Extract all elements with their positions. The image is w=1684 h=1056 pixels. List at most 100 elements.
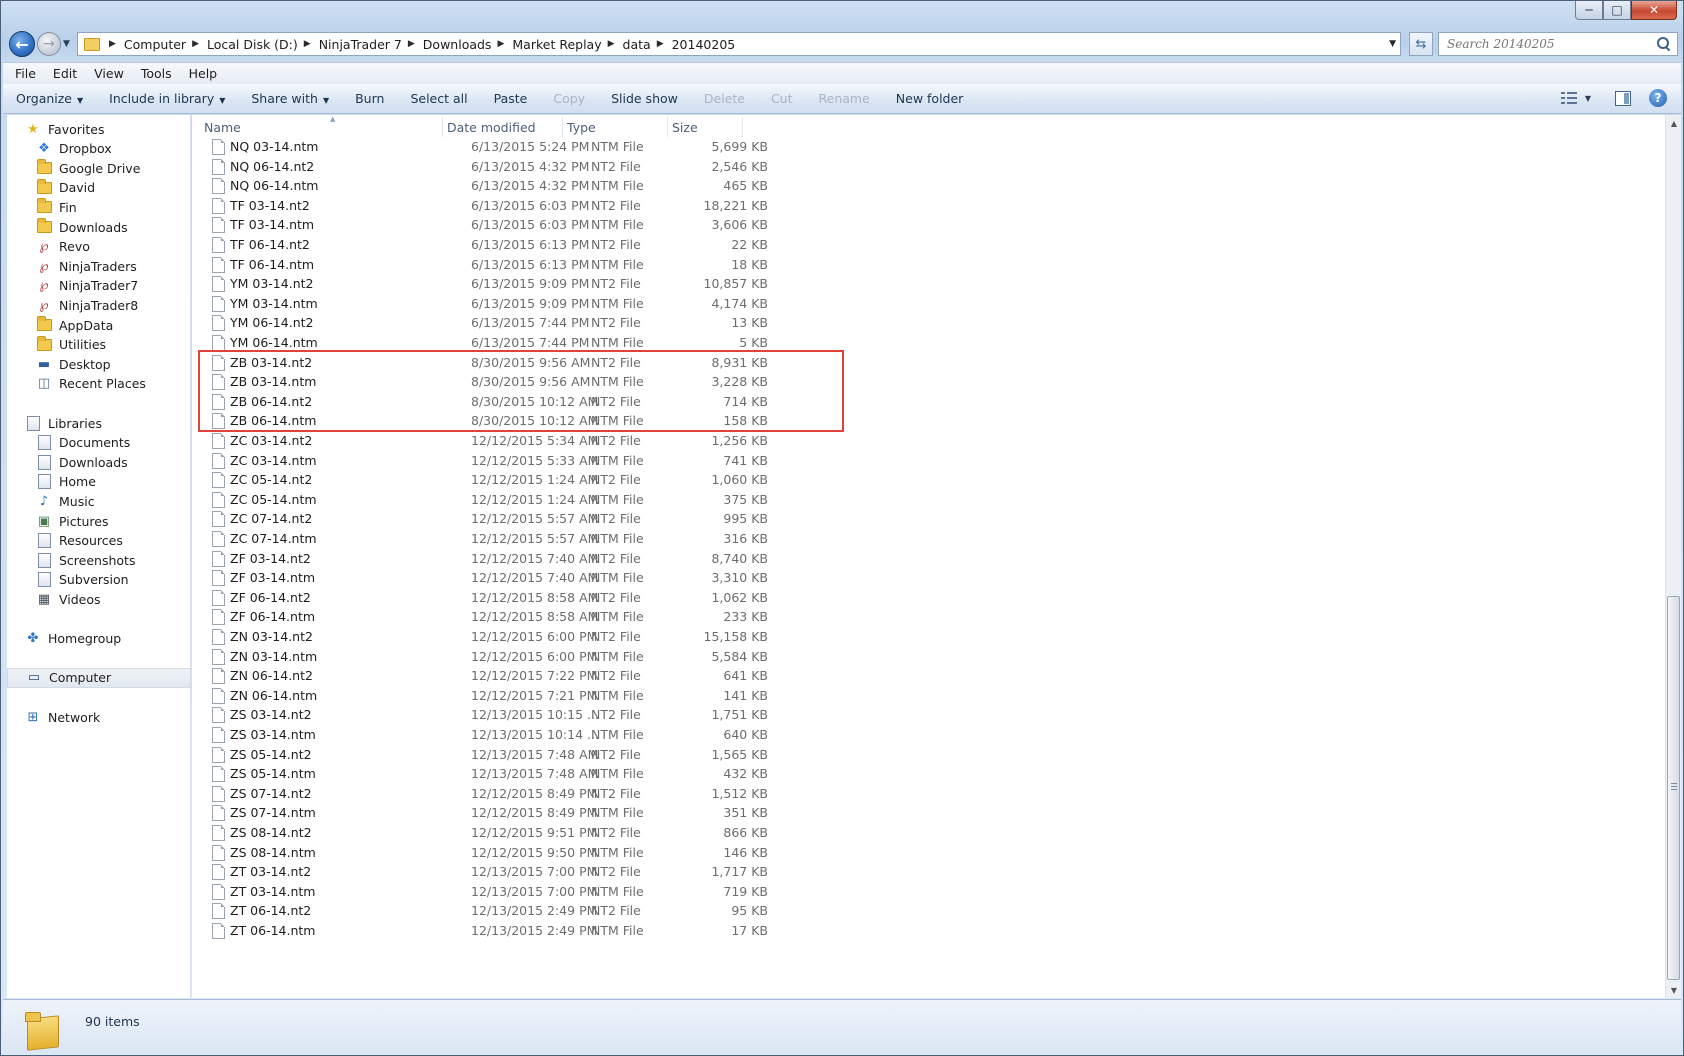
burn-button[interactable]: Burn [355, 91, 384, 106]
nav-library-downloads[interactable]: Downloads [7, 452, 191, 472]
nav-favorite-david[interactable]: David [7, 178, 191, 198]
chevron-right-icon[interactable]: ▶ [304, 39, 311, 49]
nav-favorite-fin[interactable]: Fin [7, 197, 191, 217]
nav-favorite-desktop[interactable]: ▬ Desktop [7, 354, 191, 374]
vertical-scrollbar[interactable]: ▲ ▼ [1665, 115, 1681, 998]
change-view-icon[interactable] [1560, 91, 1577, 105]
include-in-library-button[interactable]: Include in library ▼ [109, 91, 225, 106]
close-button[interactable]: ✕ [1631, 1, 1677, 20]
file-row[interactable]: ZC 03-14.nt2 12/12/2015 5:34 AM NT2 File 1,… [192, 430, 782, 451]
file-row[interactable]: ZS 05-14.nt2 12/13/2015 7:48 AM NT2 File 1,… [192, 744, 782, 765]
file-row[interactable]: ZC 05-14.nt2 12/12/2015 1:24 AM NT2 File 1,… [192, 469, 782, 490]
file-row[interactable]: ZF 03-14.nt2 12/12/2015 7:40 AM NT2 File 8,… [192, 548, 782, 569]
nav-favorite-dropbox[interactable]: ❖ Dropbox [7, 139, 191, 159]
nav-network[interactable]: ⊞ Network [7, 707, 191, 727]
breadcrumb-item[interactable]: Computer [124, 37, 186, 52]
file-row[interactable]: ZS 03-14.ntm 12/13/2015 10:14 ... NTM File… [192, 724, 782, 745]
search-box[interactable] [1438, 32, 1678, 56]
column-divider[interactable] [562, 117, 563, 137]
file-row[interactable]: ZF 06-14.nt2 12/12/2015 8:58 AM NT2 File 1,… [192, 587, 782, 608]
rename-button[interactable]: Rename [819, 91, 870, 106]
nav-library-resources[interactable]: Resources [7, 531, 191, 551]
nav-favorite-ninjatrader8[interactable]: ℘ NinjaTrader8 [7, 295, 191, 315]
back-button[interactable]: ← [9, 31, 35, 57]
chevron-right-icon[interactable]: ▶ [608, 39, 615, 49]
scrollbar-thumb[interactable] [1667, 596, 1680, 980]
search-icon[interactable] [1657, 37, 1671, 51]
address-dropdown-icon[interactable]: ▼ [1389, 39, 1396, 49]
breadcrumb-item[interactable]: Local Disk (D:) [207, 37, 298, 52]
breadcrumb-item[interactable]: data [623, 37, 651, 52]
file-row[interactable]: YM 03-14.ntm 6/13/2015 9:09 PM NTM File 4,1… [192, 293, 782, 314]
nav-homegroup[interactable]: ✤ Homegroup [7, 629, 191, 649]
file-row[interactable]: ZN 06-14.ntm 12/12/2015 7:21 PM NTM File 14… [192, 685, 782, 706]
file-row[interactable]: NQ 06-14.ntm 6/13/2015 4:32 PM NTM File 465… [192, 175, 782, 196]
copy-button[interactable]: Copy [553, 91, 585, 106]
file-row[interactable]: TF 03-14.ntm 6/13/2015 6:03 PM NTM File 3,6… [192, 214, 782, 235]
file-row[interactable]: ZF 03-14.ntm 12/12/2015 7:40 AM NTM File 3,… [192, 567, 782, 588]
file-row[interactable]: YM 06-14.nt2 6/13/2015 7:44 PM NT2 File 13 … [192, 312, 782, 333]
breadcrumb-item[interactable]: NinjaTrader 7 [319, 37, 402, 52]
minimize-button[interactable]: ─ [1575, 1, 1603, 20]
chevron-right-icon[interactable]: ▶ [109, 39, 116, 49]
address-bar[interactable]: ▶ Computer ▶ Local Disk (D:) ▶ NinjaTrader 7 ▶… [77, 32, 1401, 56]
cut-button[interactable]: Cut [771, 91, 793, 106]
file-row[interactable]: ZS 08-14.ntm 12/12/2015 9:50 PM NTM File 14… [192, 842, 782, 863]
file-row[interactable]: TF 06-14.ntm 6/13/2015 6:13 PM NTM File 18 … [192, 254, 782, 275]
file-row[interactable]: ZS 07-14.ntm 12/12/2015 8:49 PM NTM File 35… [192, 802, 782, 823]
nav-favorite-appdata[interactable]: AppData [7, 315, 191, 335]
nav-favorite-ninjatrader7[interactable]: ℘ NinjaTrader7 [7, 276, 191, 296]
file-row[interactable]: ZS 08-14.nt2 12/12/2015 9:51 PM NT2 File 86… [192, 822, 782, 843]
file-row[interactable]: ZS 03-14.nt2 12/13/2015 10:15 ... NT2 File… [192, 704, 782, 725]
slide-show-button[interactable]: Slide show [611, 91, 678, 106]
breadcrumb-item[interactable]: Market Replay [512, 37, 601, 52]
file-row[interactable]: ZT 06-14.ntm 12/13/2015 2:49 PM NTM File 17… [192, 920, 782, 941]
nav-libraries[interactable]: Libraries [7, 413, 191, 433]
file-row[interactable]: ZS 07-14.nt2 12/12/2015 8:49 PM NT2 File 1,… [192, 783, 782, 804]
nav-computer[interactable]: ▭ Computer [7, 667, 191, 688]
delete-button[interactable]: Delete [704, 91, 745, 106]
nav-favorite-recent-places[interactable]: ◫ Recent Places [7, 374, 191, 394]
maximize-button[interactable]: □ [1603, 1, 1631, 20]
file-row[interactable]: TF 06-14.nt2 6/13/2015 6:13 PM NT2 File 22 … [192, 234, 782, 255]
file-row[interactable]: ZT 06-14.nt2 12/13/2015 2:49 PM NT2 File 95… [192, 900, 782, 921]
file-row[interactable]: YM 03-14.nt2 6/13/2015 9:09 PM NT2 File 10,… [192, 273, 782, 294]
file-row[interactable]: ZC 07-14.ntm 12/12/2015 5:57 AM NTM File 31… [192, 528, 782, 549]
column-divider[interactable] [442, 117, 443, 137]
scroll-down-icon[interactable]: ▼ [1666, 982, 1682, 998]
nav-library-home[interactable]: Home [7, 472, 191, 492]
column-divider[interactable] [742, 117, 743, 137]
file-row[interactable]: ZT 03-14.ntm 12/13/2015 7:00 PM NTM File 71… [192, 881, 782, 902]
menu-edit[interactable]: Edit [53, 66, 77, 81]
search-input[interactable] [1439, 33, 1639, 55]
organize-button[interactable]: Organize ▼ [16, 91, 83, 106]
nav-favorite-utilities[interactable]: Utilities [7, 335, 191, 355]
nav-library-music[interactable]: ♪ Music [7, 491, 191, 511]
breadcrumb-item[interactable]: Downloads [423, 37, 492, 52]
file-row[interactable]: ZC 05-14.ntm 12/12/2015 1:24 AM NTM File 37… [192, 489, 782, 510]
share-with-button[interactable]: Share with ▼ [251, 91, 329, 106]
chevron-right-icon[interactable]: ▶ [408, 39, 415, 49]
file-row[interactable]: ZC 03-14.ntm 12/12/2015 5:33 AM NTM File 74… [192, 450, 782, 471]
scroll-up-icon[interactable]: ▲ [1666, 115, 1682, 131]
file-row[interactable]: ZN 06-14.nt2 12/12/2015 7:22 PM NT2 File 64… [192, 665, 782, 686]
nav-library-subversion[interactable]: Subversion [7, 570, 191, 590]
nav-library-screenshots[interactable]: Screenshots [7, 550, 191, 570]
file-row[interactable]: NQ 03-14.ntm 6/13/2015 5:24 PM NTM File 5,6… [192, 136, 782, 157]
nav-library-documents[interactable]: Documents [7, 433, 191, 453]
breadcrumb-item[interactable]: 20140205 [672, 37, 736, 52]
file-row[interactable]: NQ 06-14.nt2 6/13/2015 4:32 PM NT2 File 2,5… [192, 156, 782, 177]
file-row[interactable]: TF 03-14.nt2 6/13/2015 6:03 PM NT2 File 18,… [192, 195, 782, 216]
refresh-button[interactable]: ⇆ [1409, 32, 1433, 56]
chevron-right-icon[interactable]: ▶ [497, 39, 504, 49]
forward-button[interactable]: → [37, 32, 61, 56]
nav-library-pictures[interactable]: ▣ Pictures [7, 511, 191, 531]
nav-library-videos[interactable]: ▦ Videos [7, 589, 191, 609]
nav-favorite-ninjatraders[interactable]: ℘ NinjaTraders [7, 256, 191, 276]
view-options-dropdown[interactable]: ▼ [1585, 94, 1591, 103]
chevron-right-icon[interactable]: ▶ [657, 39, 664, 49]
nav-favorite-revo[interactable]: ℘ Revo [7, 237, 191, 257]
menu-view[interactable]: View [94, 66, 124, 81]
file-row[interactable]: ZT 03-14.nt2 12/13/2015 7:00 PM NT2 File 1,… [192, 861, 782, 882]
paste-button[interactable]: Paste [494, 91, 528, 106]
